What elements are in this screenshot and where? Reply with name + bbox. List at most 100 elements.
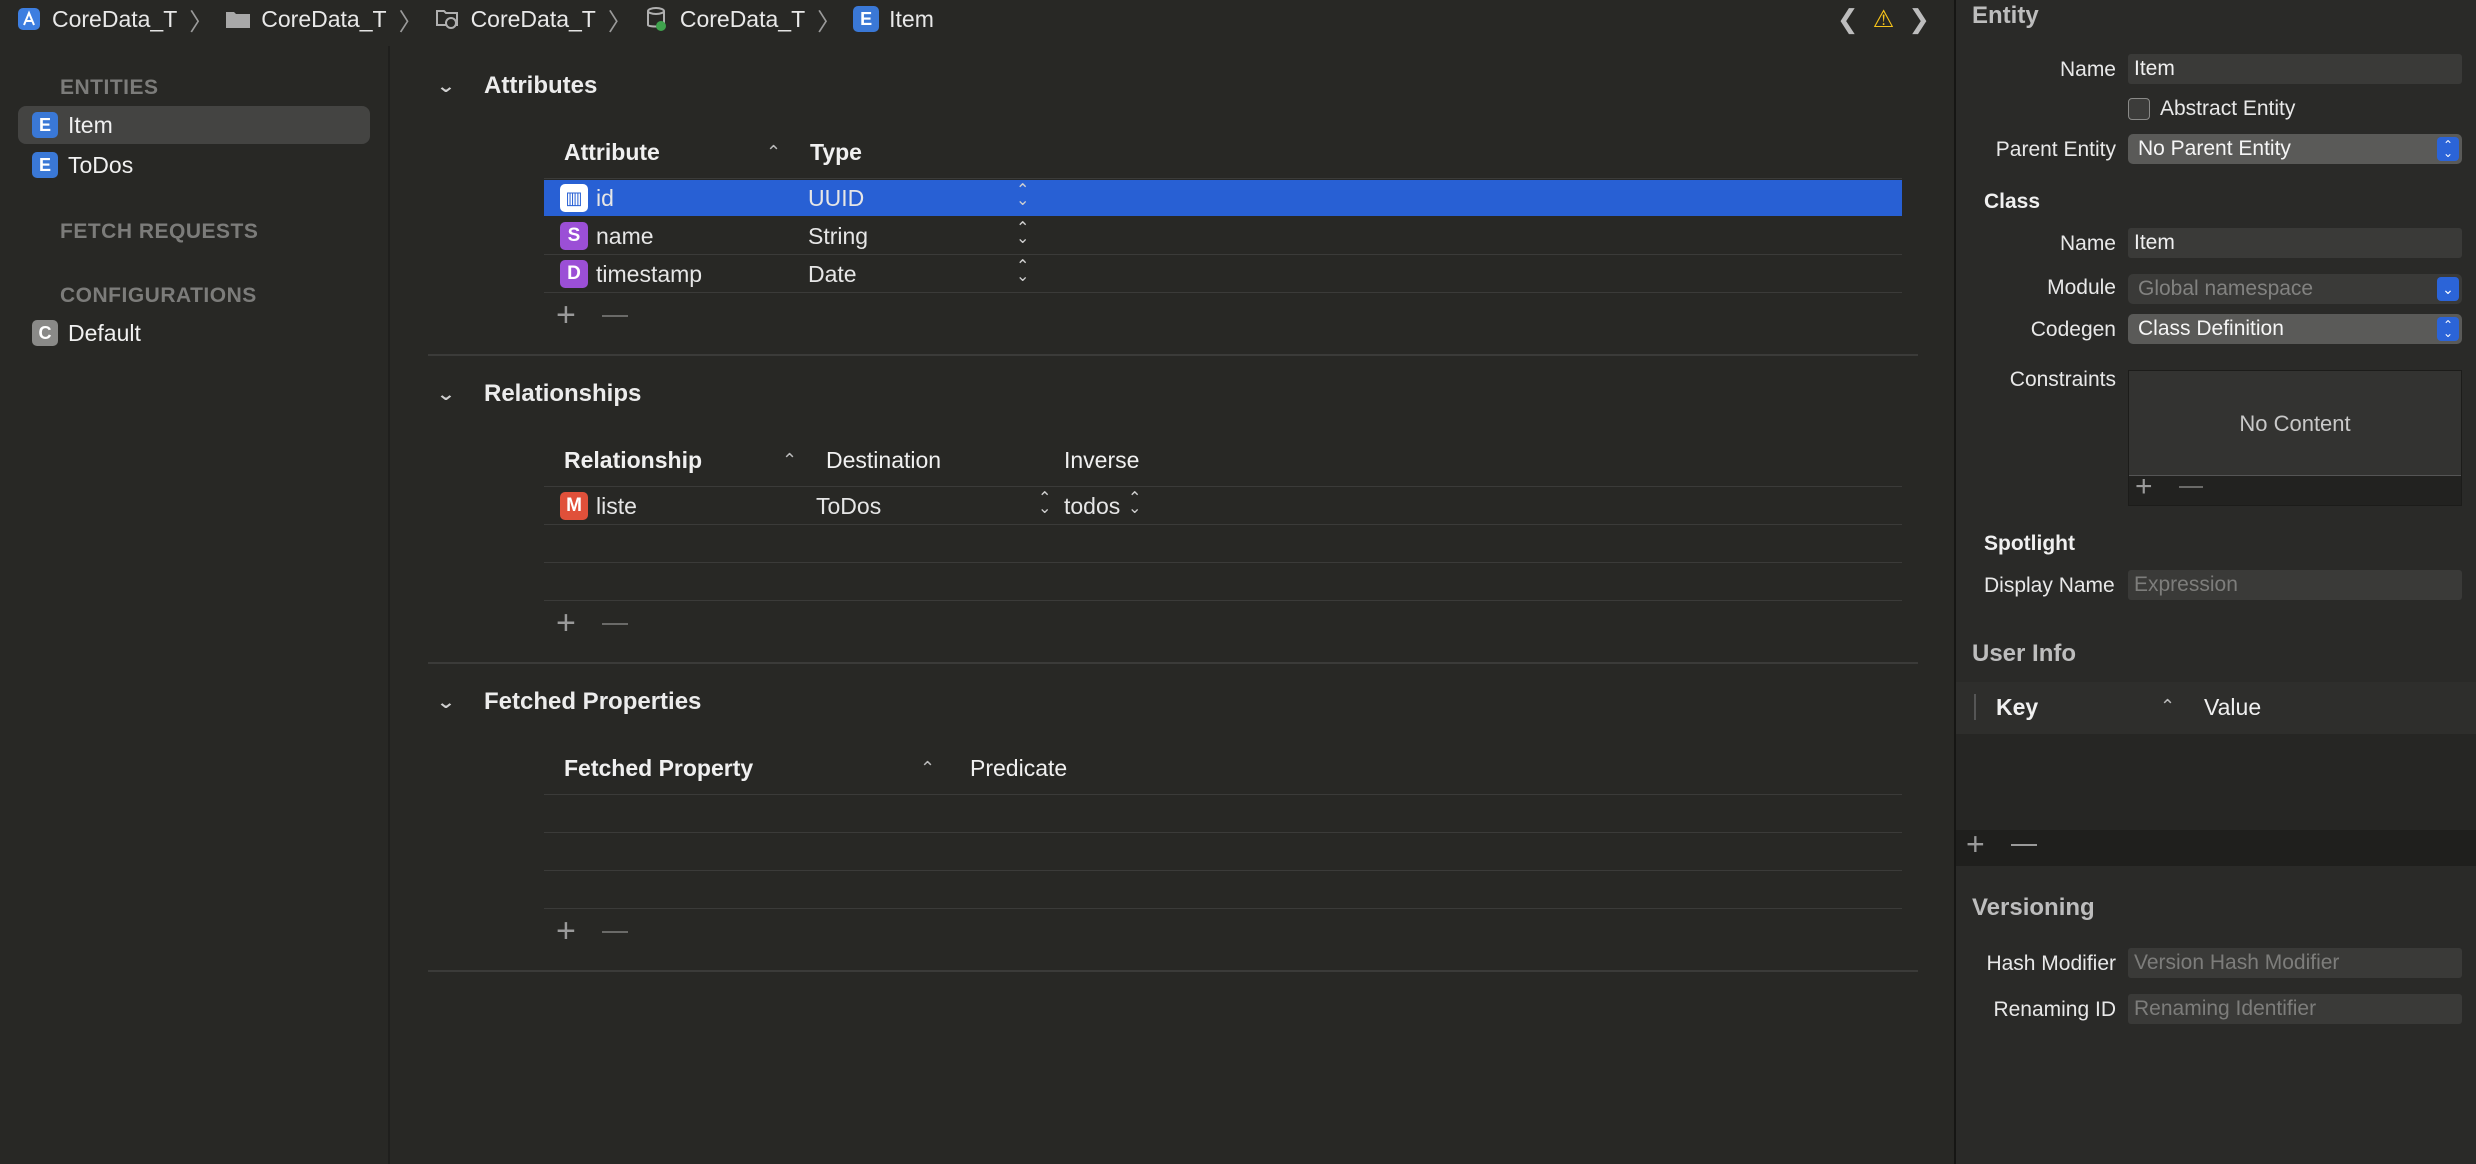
jump-bar: CoreData_T 〉 CoreData_T 〉 CoreData_T 〉 C… — [0, 0, 1954, 38]
relationship-destination[interactable]: ToDos — [816, 493, 881, 520]
entity-editor: ⌄ Attributes Attribute ⌃ Type ▥ id UUID … — [392, 46, 1954, 1164]
sort-ascending-icon[interactable]: ⌃ — [920, 758, 935, 779]
relationship-inverse[interactable]: todos — [1064, 493, 1120, 520]
column-header-relationship[interactable]: Relationship — [564, 447, 702, 474]
add-relationship-button[interactable]: + — [556, 604, 576, 643]
column-header-fetched-property[interactable]: Fetched Property — [564, 755, 753, 782]
warning-icon[interactable]: ⚠ — [1873, 5, 1895, 34]
chevron-down-icon: ⌄ — [436, 383, 456, 404]
sort-ascending-icon[interactable]: ⌃ — [782, 450, 797, 471]
sort-ascending-icon[interactable]: ⌃ — [766, 142, 781, 163]
table-row[interactable]: S name String ⌃ ⌄ — [544, 218, 1902, 254]
sidebar-item-label: Item — [68, 111, 113, 138]
add-constraint-button[interactable]: + — [2135, 470, 2153, 504]
remove-user-info-button[interactable] — [2010, 843, 2037, 846]
breadcrumb-project[interactable]: CoreData_T — [16, 6, 177, 33]
constraints-list[interactable]: No Content + — [2128, 370, 2462, 506]
attribute-type[interactable]: Date — [808, 261, 857, 288]
sidebar-item-default[interactable]: C Default — [18, 314, 370, 352]
column-header-value[interactable]: Value — [2204, 694, 2261, 721]
popup-stepper-icon[interactable]: ⌃ ⌄ — [1038, 491, 1051, 517]
chevron-right-icon[interactable]: ❯ — [1908, 4, 1930, 35]
chevron-down-icon: ⌄ — [2437, 277, 2459, 301]
attribute-type[interactable]: String — [808, 223, 868, 250]
user-info-section-title: User Info — [1972, 640, 2077, 667]
display-name-field[interactable]: Expression — [2128, 570, 2462, 600]
fetched-property-add-remove: + — [556, 912, 628, 951]
column-header-destination[interactable]: Destination — [826, 447, 941, 474]
entity-sidebar: ENTITIES E Item E ToDos FETCH REQUESTS C… — [0, 46, 390, 1164]
table-row[interactable]: D timestamp Date ⌃ ⌄ — [544, 256, 1902, 292]
constraints-label: Constraints — [2009, 368, 2116, 391]
codegen-popup[interactable]: Class Definition ⌃ ⌄ — [2128, 314, 2462, 344]
codegen-label: Codegen — [2030, 318, 2116, 341]
breadcrumb-folder[interactable]: CoreData_T — [225, 5, 387, 33]
popup-stepper-icon[interactable]: ⌃ ⌄ — [1016, 183, 1029, 209]
breadcrumb-entity[interactable]: E Item — [853, 6, 934, 33]
fetched-properties-section-header[interactable]: ⌄ Fetched Properties — [436, 688, 701, 716]
section-title: Attributes — [484, 72, 598, 99]
abstract-entity-checkbox[interactable] — [2128, 98, 2150, 120]
data-model-inspector: Entity Name Item Abstract Entity Parent … — [1954, 0, 2476, 1164]
column-header-predicate[interactable]: Predicate — [970, 755, 1067, 782]
breadcrumb-datamodel[interactable]: CoreData_T — [644, 6, 805, 33]
class-name-field[interactable]: Item — [2128, 228, 2462, 258]
breadcrumb-label: CoreData_T — [470, 5, 596, 32]
breadcrumb-label: CoreData_T — [261, 5, 387, 32]
popup-stepper-icon[interactable]: ⌃ ⌄ — [1016, 221, 1029, 247]
entity-icon: E — [32, 112, 58, 138]
column-header-type[interactable]: Type — [810, 139, 862, 166]
popup-stepper-icon[interactable]: ⌃ ⌄ — [1016, 259, 1029, 285]
class-section-title: Class — [1984, 190, 2041, 213]
constraints-add-remove: + — [2135, 470, 2203, 504]
breadcrumb-label: Item — [889, 5, 934, 32]
chevron-down-icon: ⌄ — [436, 691, 456, 712]
attribute-type[interactable]: UUID — [808, 185, 864, 212]
attributes-section-header[interactable]: ⌄ Attributes — [436, 72, 598, 100]
attribute-name[interactable]: id — [596, 185, 614, 212]
add-user-info-button[interactable]: + — [1966, 826, 1985, 863]
add-fetched-property-button[interactable]: + — [556, 912, 576, 951]
breadcrumb-group[interactable]: CoreData_T — [435, 6, 596, 33]
entity-section-title: Entity — [1972, 2, 2039, 29]
table-row[interactable]: M liste ToDos ⌃ ⌄ todos ⌃ ⌄ — [544, 488, 1902, 524]
column-header-attribute[interactable]: Attribute — [564, 139, 660, 166]
chevron-right-icon: 〉 — [607, 8, 632, 36]
renaming-id-field[interactable]: Renaming Identifier — [2128, 994, 2462, 1024]
breadcrumb-label: CoreData_T — [679, 5, 806, 32]
attribute-name[interactable]: timestamp — [596, 261, 702, 288]
chevron-right-icon: 〉 — [817, 8, 842, 36]
sort-ascending-icon[interactable]: ⌃ — [2160, 696, 2175, 717]
column-header-key[interactable]: Key — [1996, 694, 2038, 721]
folder-icon — [225, 6, 251, 32]
remove-fetched-property-button[interactable] — [601, 930, 628, 933]
chevron-right-icon: 〉 — [189, 8, 214, 36]
table-row[interactable]: ▥ id UUID ⌃ ⌄ — [544, 180, 1902, 216]
remove-relationship-button[interactable] — [601, 622, 628, 625]
relationships-section-header[interactable]: ⌄ Relationships — [436, 380, 642, 408]
section-title: Relationships — [484, 380, 642, 407]
column-header-inverse[interactable]: Inverse — [1064, 447, 1139, 474]
popup-stepper-icon: ⌃ ⌄ — [2437, 137, 2459, 161]
remove-attribute-button[interactable] — [601, 314, 628, 317]
versioning-section-title: Versioning — [1972, 894, 2095, 921]
relationship-name[interactable]: liste — [596, 493, 637, 520]
display-name-label: Display Name — [1984, 574, 2115, 597]
hash-modifier-label: Hash Modifier — [1986, 952, 2116, 975]
hash-modifier-field[interactable]: Version Hash Modifier — [2128, 948, 2462, 978]
parent-entity-popup[interactable]: No Parent Entity ⌃ ⌄ — [2128, 134, 2462, 164]
attribute-add-remove: + — [556, 296, 628, 335]
sidebar-item-todos[interactable]: E ToDos — [18, 146, 370, 184]
attribute-name[interactable]: name — [596, 223, 654, 250]
entity-name-field[interactable]: Item — [2128, 54, 2462, 84]
sidebar-item-item[interactable]: E Item — [18, 106, 370, 144]
entity-name-label: Name — [2059, 58, 2116, 81]
remove-constraint-button[interactable] — [2178, 486, 2203, 488]
parent-entity-label: Parent Entity — [1995, 138, 2116, 161]
popup-stepper-icon[interactable]: ⌃ ⌄ — [1128, 491, 1141, 517]
spotlight-section-title: Spotlight — [1984, 532, 2075, 555]
module-popup[interactable]: Global namespace ⌄ — [2128, 274, 2462, 304]
configuration-icon: C — [32, 320, 58, 346]
chevron-left-icon[interactable]: ❮ — [1837, 4, 1859, 35]
add-attribute-button[interactable]: + — [556, 296, 576, 335]
